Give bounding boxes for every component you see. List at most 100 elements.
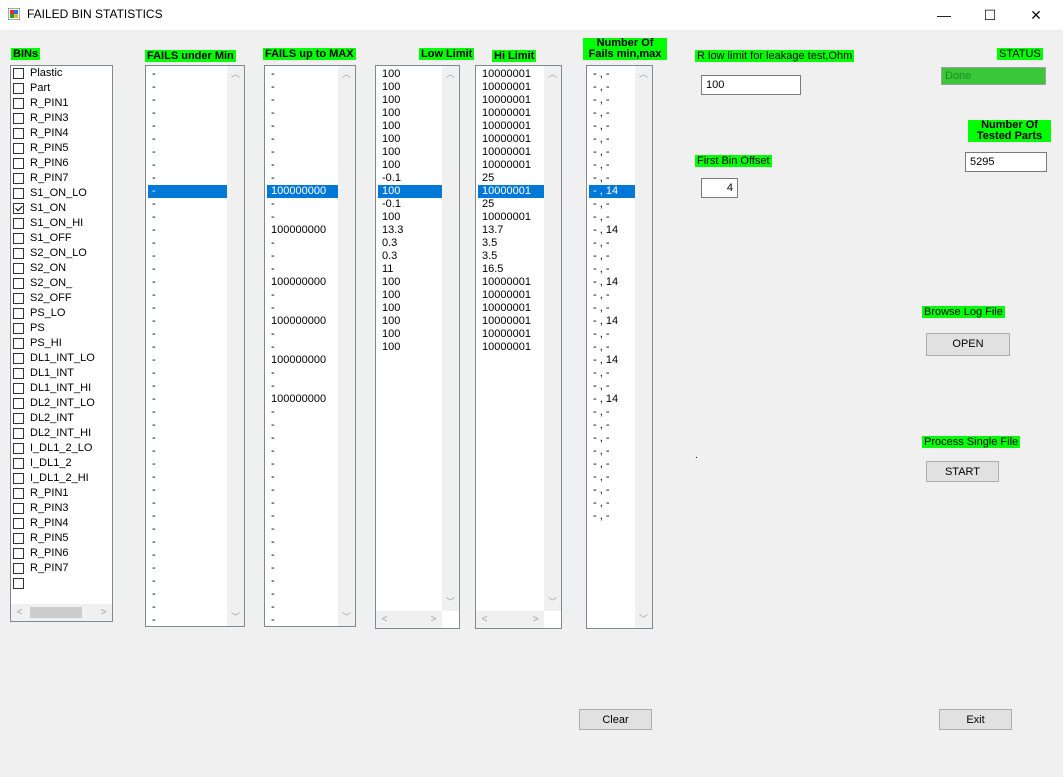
scroll-up-icon[interactable]: ︿: [338, 66, 355, 83]
list-item[interactable]: - , -: [589, 328, 635, 341]
list-item[interactable]: - , -: [589, 484, 635, 497]
list-item[interactable]: - , 14: [589, 185, 635, 198]
list-item[interactable]: 0.3: [378, 237, 442, 250]
list-item[interactable]: -: [148, 263, 227, 276]
scroll-left-icon[interactable]: <: [376, 611, 393, 628]
hi-limit-list[interactable]: 10000001 10000001 10000001 10000001 10000001…: [475, 65, 562, 629]
list-item[interactable]: -: [148, 172, 227, 185]
list-item[interactable]: 100000000: [267, 185, 338, 198]
list-item[interactable]: 10000001: [478, 185, 544, 198]
start-button[interactable]: START: [926, 461, 999, 482]
maximize-button[interactable]: ☐: [967, 0, 1013, 30]
bin-checkbox[interactable]: [13, 173, 24, 184]
list-item[interactable]: 10000001: [478, 81, 544, 94]
bin-item[interactable]: DL1_INT: [13, 366, 95, 381]
list-item[interactable]: -: [267, 432, 338, 445]
list-item[interactable]: - , 14: [589, 315, 635, 328]
list-item[interactable]: -: [267, 211, 338, 224]
list-item[interactable]: - , -: [589, 367, 635, 380]
bin-checkbox[interactable]: [13, 233, 24, 244]
bin-checkbox[interactable]: [13, 158, 24, 169]
list-item[interactable]: 0.3: [378, 250, 442, 263]
bin-checkbox[interactable]: [13, 128, 24, 139]
list-item[interactable]: - , -: [589, 497, 635, 510]
bin-checkbox[interactable]: [13, 578, 24, 589]
bin-item[interactable]: Plastic: [13, 66, 95, 81]
bin-item[interactable]: PS: [13, 321, 95, 336]
scroll-right-icon[interactable]: >: [527, 611, 544, 628]
bin-item[interactable]: R_PIN1: [13, 486, 95, 501]
bin-item[interactable]: DL1_INT_HI: [13, 381, 95, 396]
list-item[interactable]: - , -: [589, 211, 635, 224]
list-item[interactable]: 100: [378, 341, 442, 354]
list-item[interactable]: - , -: [589, 406, 635, 419]
list-item[interactable]: -: [148, 562, 227, 575]
list-item[interactable]: - , -: [589, 419, 635, 432]
list-item[interactable]: -: [148, 185, 227, 198]
list-item[interactable]: -: [148, 393, 227, 406]
bin-item[interactable]: PS_HI: [13, 336, 95, 351]
list-item[interactable]: -: [148, 198, 227, 211]
list-item[interactable]: 10000001: [478, 68, 544, 81]
list-item[interactable]: - , -: [589, 94, 635, 107]
list-item[interactable]: -: [267, 107, 338, 120]
bin-item[interactable]: S2_ON: [13, 261, 95, 276]
list-item[interactable]: -: [148, 536, 227, 549]
list-item[interactable]: - , -: [589, 458, 635, 471]
scroll-down-icon[interactable]: ﹀: [338, 609, 355, 626]
bin-checkbox[interactable]: [13, 98, 24, 109]
list-item[interactable]: 100: [378, 81, 442, 94]
scroll-right-icon[interactable]: >: [95, 604, 112, 621]
list-item[interactable]: -: [267, 172, 338, 185]
list-item[interactable]: -: [148, 484, 227, 497]
list-item[interactable]: -: [148, 471, 227, 484]
list-item[interactable]: -: [148, 328, 227, 341]
close-button[interactable]: ✕: [1013, 0, 1059, 30]
list-item[interactable]: -: [267, 94, 338, 107]
scroll-up-icon[interactable]: ︿: [442, 66, 459, 83]
low-limit-list[interactable]: 100 100 100 100 100 100 100 100 -0.1 100 -0.1 100 13…: [375, 65, 460, 629]
bin-checkbox[interactable]: [13, 488, 24, 499]
bin-item[interactable]: R_PIN3: [13, 111, 95, 126]
list-item[interactable]: -0.1: [378, 198, 442, 211]
list-item[interactable]: -: [267, 614, 338, 626]
list-item[interactable]: 10000001: [478, 120, 544, 133]
list-item[interactable]: - , -: [589, 172, 635, 185]
list-item[interactable]: - , -: [589, 198, 635, 211]
list-item[interactable]: -: [148, 549, 227, 562]
list-item[interactable]: -: [148, 445, 227, 458]
list-item[interactable]: - , -: [589, 263, 635, 276]
list-item[interactable]: - , -: [589, 471, 635, 484]
bin-item[interactable]: Part: [13, 81, 95, 96]
bin-item[interactable]: R_PIN6: [13, 156, 95, 171]
bin-checkbox[interactable]: [13, 473, 24, 484]
list-item[interactable]: -: [148, 315, 227, 328]
bin-checkbox[interactable]: [13, 323, 24, 334]
bin-item[interactable]: DL2_INT_HI: [13, 426, 95, 441]
list-item[interactable]: 16.5: [478, 263, 544, 276]
bin-checkbox[interactable]: [13, 293, 24, 304]
list-item[interactable]: -: [148, 211, 227, 224]
bin-item[interactable]: S1_OFF: [13, 231, 95, 246]
bin-item[interactable]: DL2_INT_LO: [13, 396, 95, 411]
list-item[interactable]: -: [267, 549, 338, 562]
bin-item[interactable]: [13, 576, 95, 591]
bin-checkbox[interactable]: [13, 308, 24, 319]
list-item[interactable]: -: [148, 276, 227, 289]
list-item[interactable]: - , -: [589, 237, 635, 250]
list-item[interactable]: - , -: [589, 445, 635, 458]
clear-button[interactable]: Clear: [579, 709, 652, 730]
bin-item[interactable]: I_DL1_2: [13, 456, 95, 471]
scroll-up-icon[interactable]: ︿: [635, 66, 652, 83]
list-item[interactable]: 100000000: [267, 315, 338, 328]
list-item[interactable]: 100: [378, 289, 442, 302]
list-item[interactable]: -: [267, 445, 338, 458]
list-item[interactable]: 100000000: [267, 393, 338, 406]
bin-checkbox[interactable]: [13, 533, 24, 544]
list-item[interactable]: -: [267, 302, 338, 315]
bin-checkbox[interactable]: [13, 518, 24, 529]
list-item[interactable]: 100: [378, 302, 442, 315]
list-item[interactable]: -: [267, 484, 338, 497]
list-item[interactable]: -: [148, 380, 227, 393]
list-item[interactable]: 100: [378, 120, 442, 133]
